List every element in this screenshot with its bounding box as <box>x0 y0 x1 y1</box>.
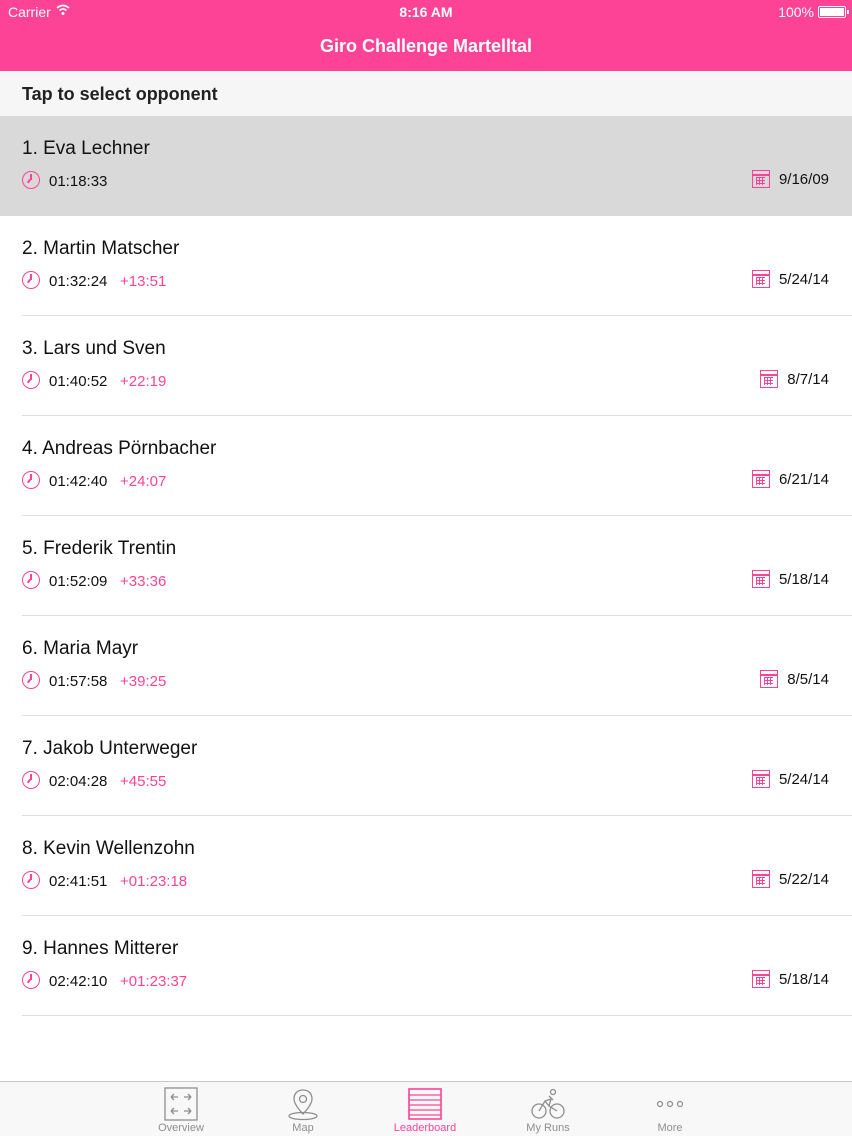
calendar-icon <box>760 370 779 388</box>
battery-icon <box>818 6 849 18</box>
section-header: Tap to select opponent <box>0 71 852 116</box>
run-time: 02:42:10 <box>49 973 108 990</box>
time-gap: +01:23:37 <box>120 973 188 990</box>
date-group: 8/5/14 <box>760 670 829 688</box>
clock-icon <box>22 471 40 489</box>
tab-bar: Overview Map Leaderboard My Runs More <box>0 1081 852 1136</box>
run-time: 01:18:33 <box>49 173 108 190</box>
time-gap: +13:51 <box>120 273 167 290</box>
clock-icon <box>22 171 40 189</box>
leaderboard-row[interactable]: 9. Hannes Mitterer 02:42:10 +01:23:37 5/18/… <box>0 916 852 1016</box>
leaderboard-row[interactable]: 3. Lars und Sven 01:40:52 +22:19 8/7/14 <box>0 316 852 416</box>
runner-name: 2. Martin Matscher <box>22 238 180 259</box>
runner-name: 5. Frederik Trentin <box>22 538 177 559</box>
tab-label: Overview <box>158 1122 204 1134</box>
leaderboard-row[interactable]: 6. Maria Mayr 01:57:58 +39:25 8/5/14 <box>0 616 852 716</box>
tab-map[interactable]: Map <box>258 1082 348 1136</box>
runner-name: 4. Andreas Pörnbacher <box>22 438 217 459</box>
leaderboard-row[interactable]: 8. Kevin Wellenzohn 02:41:51 +01:23:18 5/22… <box>0 816 852 916</box>
date-group: 5/18/14 <box>751 570 829 588</box>
status-time: 8:16 AM <box>399 4 453 20</box>
clock-icon <box>22 671 40 689</box>
time-gap: +22:19 <box>120 373 167 390</box>
calendar-icon <box>751 570 770 588</box>
clock-icon <box>22 371 40 389</box>
date-group: 6/21/14 <box>751 470 829 488</box>
tab-my-runs[interactable]: My Runs <box>503 1082 593 1136</box>
row-divider <box>22 1015 852 1016</box>
calendar-icon <box>751 470 770 488</box>
status-bar: Carrier 8:16 AM 100% <box>0 0 852 24</box>
time-gap: +24:07 <box>120 473 167 490</box>
tab-more[interactable]: More <box>625 1082 715 1136</box>
tab-label: Map <box>292 1122 314 1134</box>
page-title: Giro Challenge Martelltal <box>319 36 533 56</box>
calendar-icon <box>751 970 770 988</box>
clock-icon <box>22 571 40 589</box>
nav-header: Carrier 8:16 AM 100% Giro Challenge Mart… <box>0 0 852 71</box>
calendar-icon <box>751 270 770 288</box>
run-date: 5/18/14 <box>778 570 829 588</box>
leaderboard-row[interactable]: 1. Eva Lechner 01:18:33 9/16/09 <box>0 116 852 216</box>
run-date: 5/22/14 <box>778 870 829 888</box>
runner-name: 9. Hannes Mitterer <box>22 938 179 959</box>
run-date: 8/7/14 <box>787 370 829 388</box>
tab-leaderboard[interactable]: Leaderboard <box>380 1082 470 1136</box>
leaderboard-row[interactable]: 4. Andreas Pörnbacher 01:42:40 +24:07 6/21/… <box>0 416 852 516</box>
time-gap: +01:23:18 <box>120 873 188 890</box>
runner-name: 7. Jakob Unterweger <box>22 738 198 759</box>
time-gap: +33:36 <box>120 573 167 590</box>
clock-icon <box>22 271 40 289</box>
bicycle-icon <box>531 1087 565 1121</box>
run-time: 01:52:09 <box>49 573 108 590</box>
calendar-icon <box>751 870 770 888</box>
date-group: 8/7/14 <box>760 370 829 388</box>
time-gap: +39:25 <box>120 673 167 690</box>
run-date: 6/21/14 <box>778 470 829 488</box>
more-icon <box>653 1087 687 1121</box>
time-gap: +45:55 <box>120 773 167 790</box>
run-time: 01:42:40 <box>49 473 108 490</box>
run-date: 5/24/14 <box>778 770 829 788</box>
calendar-icon <box>760 670 779 688</box>
runner-name: 8. Kevin Wellenzohn <box>22 838 195 859</box>
run-date: 9/16/09 <box>778 170 829 188</box>
date-group: 5/24/14 <box>751 270 829 288</box>
battery-percent: 100% <box>778 4 814 20</box>
runner-name: 6. Maria Mayr <box>22 638 139 659</box>
run-time: 02:04:28 <box>49 773 108 790</box>
overview-icon <box>164 1087 198 1121</box>
leaderboard-row[interactable]: 5. Frederik Trentin 01:52:09 +33:36 5/18/14 <box>0 516 852 616</box>
leaderboard-list: 1. Eva Lechner 01:18:33 9/16/09 2. Martin M… <box>0 116 852 1016</box>
calendar-icon <box>751 770 770 788</box>
clock-icon <box>22 971 40 989</box>
run-time: 01:57:58 <box>49 673 108 690</box>
map-pin-icon <box>286 1087 320 1121</box>
leaderboard-icon <box>408 1087 442 1121</box>
tab-label: Leaderboard <box>393 1122 457 1134</box>
date-group: 5/24/14 <box>751 770 829 788</box>
run-time: 01:40:52 <box>49 373 108 390</box>
date-group: 5/22/14 <box>751 870 829 888</box>
date-group: 9/16/09 <box>751 170 829 188</box>
runner-name: 3. Lars und Sven <box>22 338 166 359</box>
tab-label: More <box>657 1122 683 1134</box>
run-date: 5/24/14 <box>778 270 829 288</box>
run-time: 02:41:51 <box>49 873 108 890</box>
clock-icon <box>22 771 40 789</box>
run-date: 8/5/14 <box>787 670 829 688</box>
leaderboard-row[interactable]: 2. Martin Matscher 01:32:24 +13:51 5/24/14 <box>0 216 852 316</box>
calendar-icon <box>751 170 770 188</box>
tab-label: My Runs <box>526 1122 570 1134</box>
tab-overview[interactable]: Overview <box>136 1082 226 1136</box>
run-date: 5/18/14 <box>778 970 829 988</box>
clock-icon <box>22 871 40 889</box>
date-group: 5/18/14 <box>751 970 829 988</box>
runner-name: 1. Eva Lechner <box>22 138 150 159</box>
leaderboard-row[interactable]: 7. Jakob Unterweger 02:04:28 +45:55 5/24/14 <box>0 716 852 816</box>
run-time: 01:32:24 <box>49 273 108 290</box>
